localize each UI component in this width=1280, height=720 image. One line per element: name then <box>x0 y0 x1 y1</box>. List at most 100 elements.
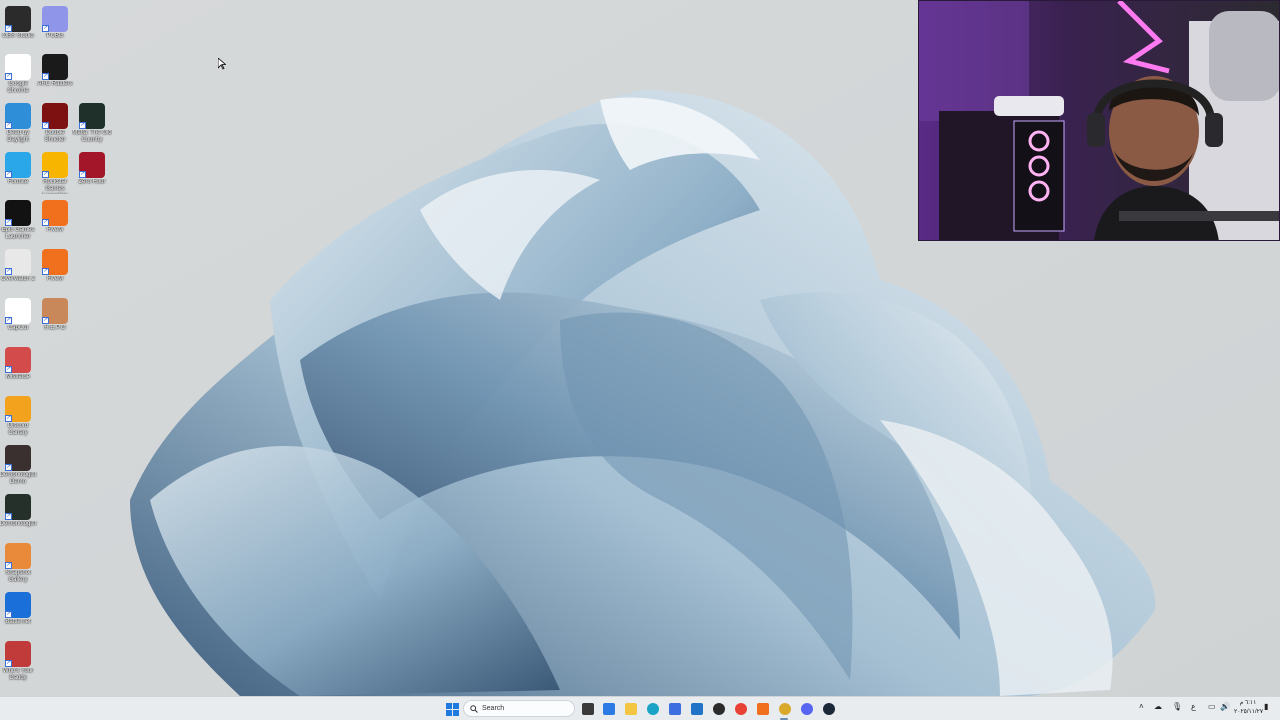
taskbar-app-button[interactable] <box>755 701 771 717</box>
desktop-shortcut[interactable]: ↗ Demonologist <box>0 494 36 540</box>
taskbar-app-button[interactable] <box>667 701 683 717</box>
desktop-shortcut-label: Rockstar Games Launcher <box>42 179 67 194</box>
desktop-shortcut[interactable]: ↗ Zero Hour <box>74 152 110 198</box>
outlook-icon <box>691 703 703 715</box>
desktop-shortcut[interactable]: ↗ ARC Raiders <box>37 54 73 100</box>
start-button[interactable] <box>444 701 460 717</box>
fivem-icon <box>757 703 769 715</box>
shortcut-arrow-icon: ↗ <box>5 660 12 667</box>
desktop-shortcut-label: Google Chrome <box>7 81 29 94</box>
desktop-shortcut-label: Dead by Daylight <box>6 130 30 143</box>
desktop-shortcut[interactable]: ↗ Google Chrome <box>0 54 36 100</box>
file-explorer-icon <box>625 703 637 715</box>
desktop-shortcut-label: Demonologist Demo <box>0 472 37 485</box>
desktop-shortcut-label: Mistletoe <box>5 374 30 380</box>
desktop-shortcut[interactable]: ↗ Battle.net <box>0 592 36 638</box>
chrome-canary-icon <box>779 703 791 715</box>
desktop-shortcut[interactable]: ↗ CapCut <box>0 298 36 344</box>
desktop-shortcut[interactable]: ↗ OBS Studio <box>0 6 36 52</box>
desktop-shortcut[interactable]: ↗ PUBG <box>37 6 73 52</box>
desktop-shortcut[interactable]: ↗ Epic Games Launcher <box>0 200 36 246</box>
network-icon[interactable]: ▭ <box>1208 702 1216 711</box>
discord-icon <box>801 703 813 715</box>
desktop-shortcut[interactable]: ↗ Dead by Daylight <box>0 103 36 149</box>
chrome-icon <box>735 703 747 715</box>
shortcut-arrow-icon: ↗ <box>42 219 49 226</box>
desktop-shortcut[interactable]: ↗ Mafia: The Old Country <box>72 103 112 149</box>
mouse-cursor <box>218 58 226 70</box>
desktop-shortcut[interactable]: ↗ Fortnite <box>0 152 36 198</box>
desktop-shortcut-label: Battle.net <box>5 619 31 625</box>
desktop-shortcut[interactable]: ↗ Who's Your Daddy <box>0 641 36 687</box>
shortcut-arrow-icon: ↗ <box>5 171 12 178</box>
shortcut-arrow-icon: ↗ <box>5 73 12 80</box>
taskbar-app-button[interactable] <box>689 701 705 717</box>
taskbar-app-button[interactable] <box>645 701 661 717</box>
shortcut-arrow-icon: ↗ <box>42 25 49 32</box>
desktop-shortcut[interactable]: ↗Rockstar Games Launcher <box>37 152 73 198</box>
shortcut-arrow-icon: ↗ <box>42 122 49 129</box>
desktop-shortcut[interactable]: ↗ Discord Canary <box>0 396 36 442</box>
taskbar-app-button[interactable] <box>580 701 596 717</box>
onedrive-icon[interactable]: ☁ <box>1154 702 1162 711</box>
steam-icon <box>823 703 835 715</box>
taskbar-app-button[interactable] <box>623 701 639 717</box>
taskbar-app-button[interactable] <box>777 701 793 717</box>
taskbar-app-button[interactable] <box>711 701 727 717</box>
edge-copilot-icon <box>603 703 615 715</box>
edge-icon <box>647 703 659 715</box>
desktop-shortcut-label: Epic Games Launcher <box>1 227 35 240</box>
search-placeholder: Search <box>482 705 505 712</box>
taskbar: Search ˄ ☁ 🎙 ع ▭ 🔊 ٦:١١ م ٢٠٢٥/١١/٢٧ ▮ <box>0 696 1280 720</box>
desktop-shortcut[interactable]: ↗ R.E.P.O <box>37 298 73 344</box>
clock[interactable]: ٦:١١ م ٢٠٢٥/١١/٢٧ <box>1234 699 1264 717</box>
taskbar-app-button[interactable] <box>799 701 815 717</box>
desktop-shortcut[interactable]: ↗ Demonologist Demo <box>0 445 36 491</box>
shortcut-arrow-icon: ↗ <box>5 562 12 569</box>
desktop-shortcut[interactable]: ↗ Mistletoe <box>0 347 36 393</box>
desktop-shortcut-label: ARC Raiders <box>37 81 73 87</box>
shortcut-arrow-icon: ↗ <box>5 415 12 422</box>
desktop-shortcut-label: FiveM <box>46 276 64 282</box>
desktop-shortcut-label: PUBG <box>46 33 64 39</box>
notification-icon[interactable]: ▮ <box>1264 702 1268 711</box>
desktop-shortcut[interactable]: ↗ Double Shooter <box>37 103 73 149</box>
desktop-shortcut-label: FiveM <box>46 227 64 233</box>
volume-icon[interactable]: 🔊 <box>1220 702 1230 711</box>
show-hidden-icons-chevron-icon[interactable]: ˄ <box>1139 702 1144 711</box>
shortcut-arrow-icon: ↗ <box>5 122 12 129</box>
shortcut-arrow-icon: ↗ <box>5 268 12 275</box>
obs-icon <box>713 703 725 715</box>
desktop-shortcut-label: Zero Hour <box>78 179 106 185</box>
store-icon <box>669 703 681 715</box>
desktop-shortcut-label: Demonologist <box>0 521 37 527</box>
search-icon <box>470 704 478 713</box>
desktop-icon-area: ↗ OBS Studio ↗ PUBG ↗ Google Chrome ↗ ARC Raide… <box>0 0 120 696</box>
taskbar-app-button[interactable] <box>601 701 617 717</box>
clock-time: ٦:١١ م <box>1239 700 1257 706</box>
clock-date: ٢٠٢٥/١١/٢٧ <box>1234 709 1264 715</box>
desktop-shortcut-label: Discord Canary <box>7 423 29 436</box>
desktop-shortcut-label: CapCut <box>7 325 29 331</box>
taskbar-search-box[interactable]: Search <box>463 700 575 717</box>
shortcut-arrow-icon: ↗ <box>5 219 12 226</box>
shortcut-arrow-icon: ↗ <box>5 611 12 618</box>
taskbar-app-button[interactable] <box>821 701 837 717</box>
desktop-shortcut[interactable]: ↗ FiveM <box>37 249 73 295</box>
task-view-icon <box>582 703 594 715</box>
shortcut-arrow-icon: ↗ <box>42 268 49 275</box>
taskbar-app-button[interactable] <box>733 701 749 717</box>
shortcut-arrow-icon: ↗ <box>5 317 12 324</box>
desktop-shortcut[interactable]: ↗ Snapshot Gallery <box>0 543 36 589</box>
shortcut-arrow-icon: ↗ <box>79 122 86 129</box>
desktop-shortcut-label: OBS Studio <box>2 33 34 39</box>
shortcut-arrow-icon: ↗ <box>5 25 12 32</box>
desktop-shortcut[interactable]: ↗ Overwatch 2 <box>0 249 36 295</box>
desktop-shortcut[interactable]: ↗ FiveM <box>37 200 73 246</box>
desktop-shortcut-label: Double Shooter <box>44 130 66 143</box>
shortcut-arrow-icon: ↗ <box>5 513 12 520</box>
desktop-shortcut-label: Mafia: The Old Country <box>72 130 112 143</box>
microphone-icon[interactable]: 🎙 <box>1172 702 1182 711</box>
shortcut-arrow-icon: ↗ <box>5 366 12 373</box>
keyboard-language-indicator[interactable]: ع <box>1191 702 1196 711</box>
